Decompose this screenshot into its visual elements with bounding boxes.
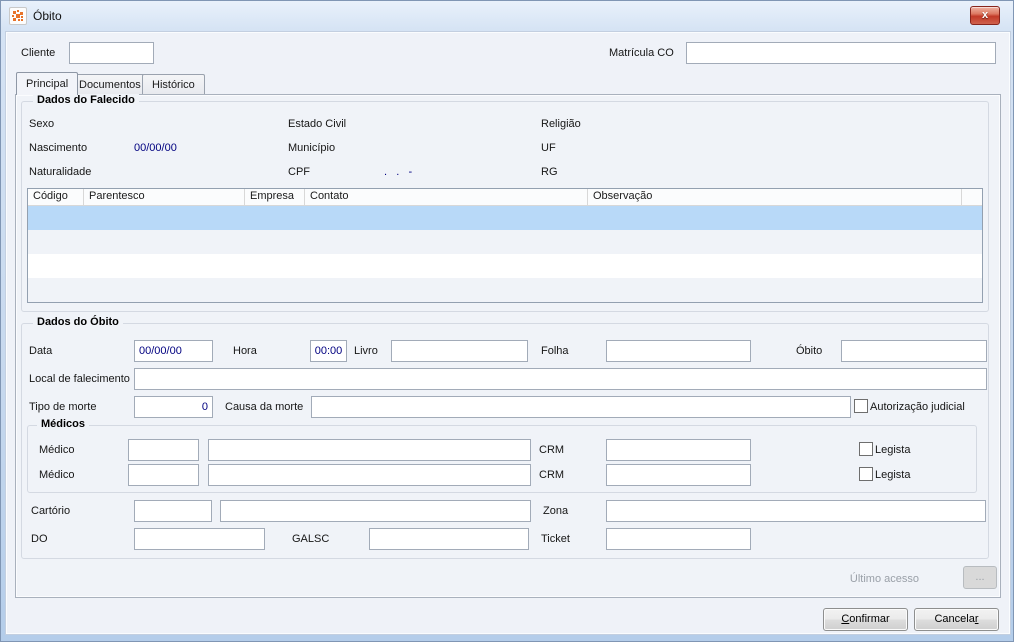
- app-logo-icon: [9, 7, 27, 25]
- cpf-mask-value: . . -: [384, 166, 413, 178]
- column-header-empresa[interactable]: Empresa: [245, 189, 305, 205]
- tipo-morte-label: Tipo de morte: [29, 401, 97, 413]
- matricula-co-label: Matrícula CO: [609, 47, 674, 59]
- folha-label: Folha: [541, 345, 569, 357]
- confirmar-rest: onfirmar: [849, 613, 890, 625]
- medico2-code-input[interactable]: [128, 464, 199, 486]
- naturalidade-label: Naturalidade: [29, 166, 92, 178]
- data-input[interactable]: [134, 340, 213, 362]
- parentes-table: Código Parentesco Empresa Contato Observ…: [27, 188, 983, 303]
- confirmar-button[interactable]: Confirmar: [823, 608, 908, 631]
- livro-input[interactable]: [391, 340, 528, 362]
- obito-dialog-window: Óbito x Cliente Matrícula CO Principal D…: [0, 0, 1014, 642]
- crm1-label: CRM: [539, 444, 565, 456]
- causa-morte-input[interactable]: [311, 396, 851, 418]
- zona-label: Zona: [543, 505, 569, 517]
- nascimento-value: 00/00/00: [134, 142, 177, 154]
- table-row[interactable]: [28, 230, 982, 254]
- column-header-codigo[interactable]: Código: [28, 189, 84, 205]
- dados-obito-legend: Dados do Óbito: [33, 316, 123, 328]
- hora-label: Hora: [233, 345, 257, 357]
- medico2-name-input[interactable]: [208, 464, 531, 486]
- nascimento-label: Nascimento: [29, 142, 88, 154]
- close-button[interactable]: x: [970, 6, 1000, 25]
- uf-label: UF: [541, 142, 556, 154]
- tab-documentos[interactable]: Documentos: [69, 74, 151, 95]
- dados-falecido-legend: Dados do Falecido: [33, 94, 139, 106]
- local-falecimento-label: Local de falecimento: [29, 373, 130, 385]
- ticket-input[interactable]: [606, 528, 751, 550]
- obito-label: Óbito: [796, 345, 823, 357]
- cancelar-pre: Cancela: [934, 613, 975, 625]
- cancelar-accel: r: [974, 613, 979, 625]
- cpf-label: CPF: [288, 166, 310, 178]
- column-header-contato[interactable]: Contato: [305, 189, 588, 205]
- parentes-table-header[interactable]: Código Parentesco Empresa Contato Observ…: [28, 189, 982, 206]
- cartorio-label: Cartório: [31, 505, 71, 517]
- crm1-input[interactable]: [606, 439, 751, 461]
- legista1-checkbox[interactable]: [859, 442, 873, 456]
- do-input[interactable]: [134, 528, 265, 550]
- rg-label: RG: [541, 166, 558, 178]
- table-row[interactable]: [28, 278, 982, 302]
- column-header-spacer: [962, 189, 982, 205]
- cartorio-code-input[interactable]: [134, 500, 212, 522]
- medico1-code-input[interactable]: [128, 439, 199, 461]
- ultimo-acesso-label: Último acesso: [849, 573, 919, 585]
- sexo-label: Sexo: [29, 118, 55, 130]
- more-options-button[interactable]: ...: [963, 566, 997, 589]
- cliente-input[interactable]: [69, 42, 154, 64]
- crm2-label: CRM: [539, 469, 565, 481]
- local-falecimento-input[interactable]: [134, 368, 987, 390]
- medicos-legend: Médicos: [37, 418, 90, 430]
- autorizacao-judicial-checkbox[interactable]: [854, 399, 868, 413]
- medico2-label: Médico: [39, 469, 75, 481]
- do-label: DO: [31, 533, 48, 545]
- municipio-label: Município: [288, 142, 336, 154]
- table-row-selected[interactable]: [28, 206, 982, 230]
- window-title: Óbito: [33, 9, 62, 23]
- column-header-observacao[interactable]: Observação: [588, 189, 962, 205]
- cliente-label: Cliente: [21, 47, 56, 59]
- causa-morte-label: Causa da morte: [225, 401, 304, 413]
- tab-historico[interactable]: Histórico: [142, 74, 205, 95]
- galsc-input[interactable]: [369, 528, 529, 550]
- table-row[interactable]: [28, 254, 982, 278]
- galsc-label: GALSC: [292, 533, 330, 545]
- hora-input[interactable]: [310, 340, 347, 362]
- data-label: Data: [29, 345, 53, 357]
- column-header-parentesco[interactable]: Parentesco: [84, 189, 245, 205]
- tab-principal[interactable]: Principal: [16, 72, 79, 95]
- religiao-label: Religião: [541, 118, 581, 130]
- medico1-name-input[interactable]: [208, 439, 531, 461]
- tipo-morte-input[interactable]: [134, 396, 213, 418]
- legista2-label: Legista: [875, 469, 911, 481]
- legista2-checkbox[interactable]: [859, 467, 873, 481]
- obito-input[interactable]: [841, 340, 987, 362]
- medico1-label: Médico: [39, 444, 75, 456]
- crm2-input[interactable]: [606, 464, 751, 486]
- ticket-label: Ticket: [541, 533, 570, 545]
- cartorio-name-input[interactable]: [220, 500, 531, 522]
- estado-civil-label: Estado Civil: [288, 118, 347, 130]
- folha-input[interactable]: [606, 340, 751, 362]
- cancelar-button[interactable]: Cancelar: [914, 608, 999, 631]
- legista1-label: Legista: [875, 444, 911, 456]
- livro-label: Livro: [354, 345, 378, 357]
- matricula-co-input[interactable]: [686, 42, 996, 64]
- title-bar[interactable]: Óbito x: [1, 1, 1013, 31]
- autorizacao-judicial-label: Autorização judicial: [870, 401, 965, 413]
- zona-input[interactable]: [606, 500, 986, 522]
